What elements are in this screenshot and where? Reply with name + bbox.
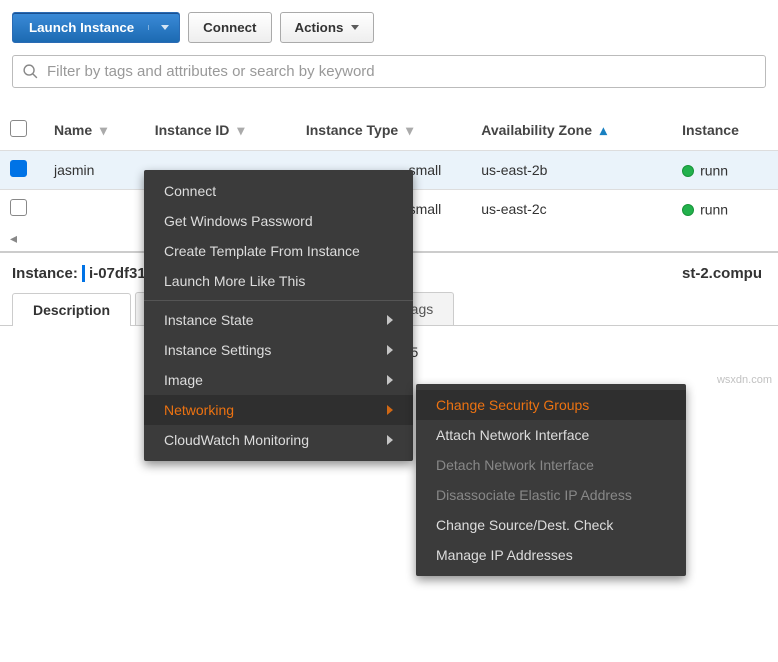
chevron-right-icon [387, 375, 393, 385]
menu-item[interactable]: Connect [144, 176, 413, 206]
menu-item[interactable]: Instance Settings [144, 335, 413, 365]
col-name[interactable]: Name ▾ [44, 110, 145, 151]
cell-name: jasmin [44, 151, 145, 190]
actions-context-menu[interactable]: ConnectGet Windows PasswordCreate Templa… [144, 170, 413, 461]
state-running-icon [682, 165, 694, 177]
submenu-item[interactable]: Manage IP Addresses [416, 540, 686, 570]
menu-item[interactable]: Create Template From Instance [144, 236, 413, 266]
menu-separator [144, 300, 413, 301]
tab-description[interactable]: Description [12, 293, 131, 326]
search-box[interactable] [12, 55, 766, 88]
search-container [0, 55, 778, 92]
cell-state: runn [672, 151, 778, 190]
chevron-right-icon [387, 405, 393, 415]
chevron-right-icon [387, 315, 393, 325]
cell-az: us-east-2c [471, 190, 672, 229]
caret-down-icon: ▾ [100, 122, 107, 139]
instance-label: Instance: [12, 265, 78, 282]
chevron-right-icon [387, 435, 393, 445]
col-instance-id[interactable]: Instance ID ▾ [145, 110, 296, 151]
connect-button[interactable]: Connect [188, 12, 271, 43]
submenu-item: Disassociate Elastic IP Address [416, 480, 686, 510]
col-az-label: Availability Zone [481, 122, 592, 138]
chevron-right-icon [387, 345, 393, 355]
caret-up-icon: ▴ [600, 122, 607, 139]
caret-down-icon [351, 25, 359, 30]
col-instance-state[interactable]: Instance [672, 110, 778, 151]
menu-item[interactable]: Networking [144, 395, 413, 425]
col-instance-type[interactable]: Instance Type ▾ [296, 110, 471, 151]
row-checkbox[interactable] [10, 199, 27, 216]
menu-item[interactable]: Image [144, 365, 413, 395]
watermark: wsxdn.com [717, 374, 772, 386]
submenu-item[interactable]: Attach Network Interface [416, 420, 686, 450]
col-instance-type-label: Instance Type [306, 122, 398, 138]
search-input[interactable] [45, 62, 757, 81]
state-running-icon [682, 204, 694, 216]
actions-label: Actions [295, 20, 344, 35]
toolbar: Launch Instance Connect Actions [0, 0, 778, 55]
select-all-checkbox[interactable] [10, 120, 27, 137]
menu-item[interactable]: Get Windows Password [144, 206, 413, 236]
menu-item[interactable]: CloudWatch Monitoring [144, 425, 413, 455]
networking-submenu[interactable]: Change Security GroupsAttach Network Int… [416, 384, 686, 576]
connect-label: Connect [203, 20, 256, 35]
cell-state: runn [672, 190, 778, 229]
submenu-item[interactable]: Change Source/Dest. Check [416, 510, 686, 540]
col-availability-zone[interactable]: Availability Zone ▴ [471, 110, 672, 151]
actions-button[interactable]: Actions [280, 12, 375, 43]
caret-down-icon: ▾ [406, 122, 413, 139]
launch-instance-button[interactable]: Launch Instance [12, 12, 180, 43]
public-dns-fragment-right: st-2.compu [682, 265, 762, 282]
cell-name [44, 190, 145, 229]
cell-az: us-east-2b [471, 151, 672, 190]
caret-down-icon [148, 25, 169, 30]
submenu-item: Detach Network Interface [416, 450, 686, 480]
caret-down-icon: ▾ [237, 122, 244, 139]
row-checkbox[interactable] [10, 160, 27, 177]
col-name-label: Name [54, 122, 92, 138]
launch-instance-label: Launch Instance [29, 20, 134, 35]
menu-item[interactable]: Instance State [144, 305, 413, 335]
col-instance-id-label: Instance ID [155, 122, 230, 138]
menu-item[interactable]: Launch More Like This [144, 266, 413, 296]
search-icon [21, 63, 39, 81]
col-state-label: Instance [682, 122, 739, 138]
submenu-item[interactable]: Change Security Groups [416, 390, 686, 420]
